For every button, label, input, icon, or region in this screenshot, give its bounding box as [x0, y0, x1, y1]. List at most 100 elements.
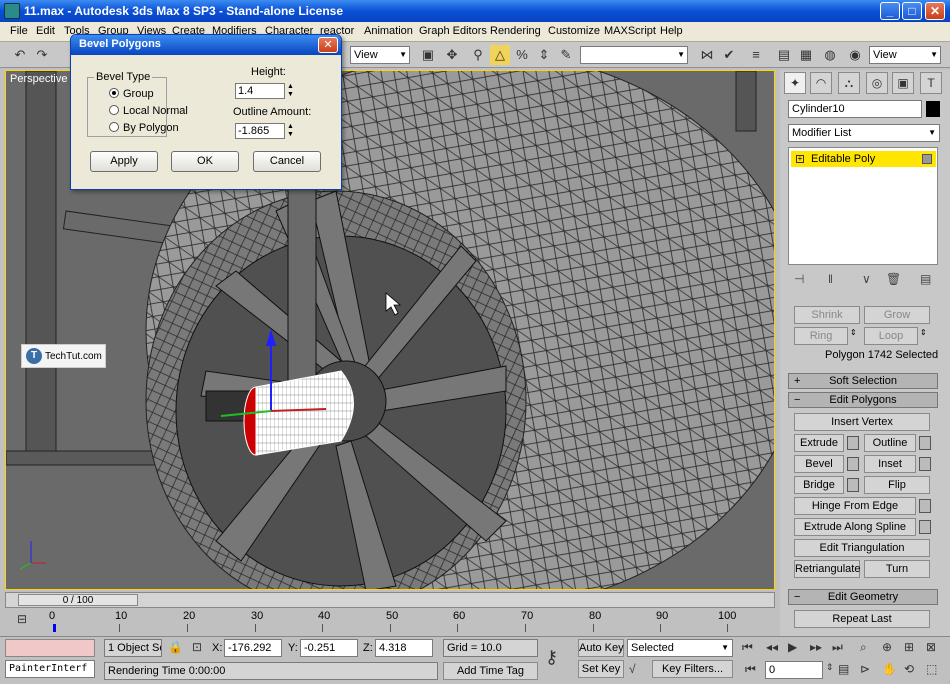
modifier-list-dropdown[interactable]: Modifier List ▼ [788, 124, 940, 142]
show-end-result-icon[interactable]: ‖ [828, 272, 833, 286]
close-button[interactable]: ✕ [925, 2, 945, 20]
go-to-end-icon[interactable]: ⏭ [832, 640, 843, 655]
radio-by-polygon[interactable]: By Polygon [109, 122, 179, 134]
outline-amount-spinner[interactable]: -1.865 ▲ ▼ [235, 123, 295, 139]
ok-button[interactable]: OK [171, 151, 239, 172]
undo-icon[interactable]: ↶ [10, 45, 30, 65]
menu-animation[interactable]: Animation [364, 25, 413, 37]
snap-toggle-icon[interactable]: ⚲ [468, 45, 488, 65]
absolute-mode-icon[interactable]: ⊡ [192, 640, 202, 654]
spinner-snap-icon[interactable]: ⇕ [534, 45, 554, 65]
render-type-dropdown[interactable]: View ▼ [869, 46, 941, 64]
loop-spinner[interactable]: ⇕ [920, 328, 927, 337]
key-mode-dropdown[interactable]: Selected ▼ [627, 639, 733, 657]
insert-vertex-button[interactable]: Insert Vertex [794, 413, 930, 431]
turn-button[interactable]: Turn [864, 560, 930, 578]
shrink-button[interactable]: Shrink [794, 306, 860, 324]
lock-selection-icon[interactable]: 🔒 [168, 640, 183, 654]
go-to-start-icon[interactable]: ⏮ [742, 640, 753, 655]
modify-tab-icon[interactable]: ◠ [810, 72, 832, 94]
play-icon[interactable]: ▶ [788, 640, 797, 654]
extrude-along-spline-settings-button[interactable] [919, 520, 931, 534]
track-bar[interactable]: ⊟ 0 10 20 30 40 50 60 70 80 90 100 [5, 610, 775, 634]
align-icon[interactable]: ✔ [719, 45, 739, 65]
maxscript-mini-listener[interactable] [5, 639, 95, 657]
configure-modifier-sets-icon[interactable]: ▤ [920, 272, 931, 286]
radio-local-normal[interactable]: Local Normal [109, 105, 188, 117]
height-input[interactable]: 1.4 [235, 83, 285, 99]
zoom-icon[interactable]: ⌕ [860, 640, 867, 655]
zoom-all-icon[interactable]: ⊕ [882, 640, 892, 654]
radio-group[interactable]: Group [109, 88, 154, 100]
edit-polygons-rollout[interactable]: − Edit Polygons [788, 392, 938, 408]
ring-spinner[interactable]: ⇕ [850, 328, 857, 337]
app-icon[interactable] [4, 3, 20, 19]
pivot-center-icon[interactable]: ▣ [418, 45, 438, 65]
zoom-extents-icon[interactable]: ⊞ [904, 640, 914, 654]
x-coordinate-field[interactable]: -176.292 [224, 639, 282, 657]
add-time-tag-button[interactable]: Add Time Tag [443, 662, 538, 680]
redo-icon[interactable]: ↷ [32, 45, 52, 65]
menu-maxscript[interactable]: MAXScript [604, 25, 656, 37]
zoom-extents-all-icon[interactable]: ⊠ [926, 640, 936, 654]
select-manipulate-icon[interactable]: ✥ [442, 45, 462, 65]
extrude-button[interactable]: Extrude [794, 434, 844, 452]
y-coordinate-field[interactable]: -0.251 [300, 639, 358, 657]
ring-button[interactable]: Ring [794, 327, 848, 345]
height-spinner-arrows[interactable]: ▲ ▼ [286, 83, 295, 99]
named-selection-icon[interactable]: ✎ [556, 45, 576, 65]
retriangulate-button[interactable]: Retriangulate [794, 560, 860, 578]
grow-button[interactable]: Grow [864, 306, 930, 324]
inset-button[interactable]: Inset [864, 455, 916, 473]
named-selection-set-dropdown[interactable]: ▼ [580, 46, 688, 64]
soft-selection-rollout[interactable]: + Soft Selection [788, 373, 938, 389]
schematic-view-icon[interactable]: ▦ [796, 45, 816, 65]
maximize-button[interactable]: □ [902, 2, 922, 20]
reference-coordinate-dropdown[interactable]: View ▼ [350, 46, 410, 64]
previous-frame-icon[interactable]: ◂◂ [766, 640, 778, 654]
outline-amount-input[interactable]: -1.865 [235, 123, 285, 139]
pan-icon[interactable]: ✋ [882, 662, 897, 676]
key-filters-button[interactable]: Key Filters... [652, 660, 733, 678]
bridge-settings-button[interactable] [847, 478, 859, 492]
menu-file[interactable]: File [10, 25, 28, 37]
menu-customize[interactable]: Customize [548, 25, 600, 37]
outline-spinner-arrows[interactable]: ▲ ▼ [286, 123, 295, 139]
menu-rendering[interactable]: Rendering [490, 25, 541, 37]
percent-snap-icon[interactable]: % [512, 45, 532, 65]
arc-rotate-icon[interactable]: ⟲ [904, 662, 914, 676]
render-scene-icon[interactable]: ◉ [845, 45, 865, 65]
stack-item-toggle[interactable] [922, 154, 932, 164]
bevel-button[interactable]: Bevel [794, 455, 844, 473]
dialog-title[interactable]: Bevel Polygons [71, 35, 341, 55]
height-spinner[interactable]: 1.4 ▲ ▼ [235, 83, 295, 99]
hinge-from-edge-button[interactable]: Hinge From Edge [794, 497, 916, 515]
outline-button[interactable]: Outline [864, 434, 916, 452]
angle-snap-icon[interactable]: △ [490, 45, 510, 65]
minimize-button[interactable]: _ [880, 2, 900, 20]
flip-button[interactable]: Flip [864, 476, 930, 494]
display-tab-icon[interactable]: ▣ [892, 72, 914, 94]
bridge-button[interactable]: Bridge [794, 476, 844, 494]
utilities-tab-icon[interactable]: T [920, 72, 942, 94]
inset-settings-button[interactable] [919, 457, 931, 471]
next-frame-icon[interactable]: ▸▸ [810, 640, 822, 654]
extrude-settings-button[interactable] [847, 436, 859, 450]
menu-help[interactable]: Help [660, 25, 683, 37]
dialog-close-button[interactable]: ✕ [318, 37, 338, 53]
time-configuration-icon[interactable]: ▤ [838, 662, 849, 676]
curve-editor-icon[interactable]: ▤ [774, 45, 794, 65]
edit-triangulation-button[interactable]: Edit Triangulation [794, 539, 930, 557]
bevel-settings-button[interactable] [847, 457, 859, 471]
loop-button[interactable]: Loop [864, 327, 918, 345]
hinge-settings-button[interactable] [919, 499, 931, 513]
auto-key-button[interactable]: Auto Key [578, 639, 624, 657]
time-slider[interactable]: 0 / 100 [5, 592, 775, 608]
outline-settings-button[interactable] [919, 436, 931, 450]
key-mode-toggle-icon[interactable]: ⏮ [745, 662, 756, 677]
make-unique-icon[interactable]: ∨ [862, 272, 871, 286]
material-editor-icon[interactable]: ◍ [820, 45, 840, 65]
hierarchy-tab-icon[interactable]: ⛬ [838, 72, 860, 94]
z-coordinate-field[interactable]: 4.318 [375, 639, 433, 657]
maximize-viewport-icon[interactable]: ⬚ [926, 662, 937, 676]
